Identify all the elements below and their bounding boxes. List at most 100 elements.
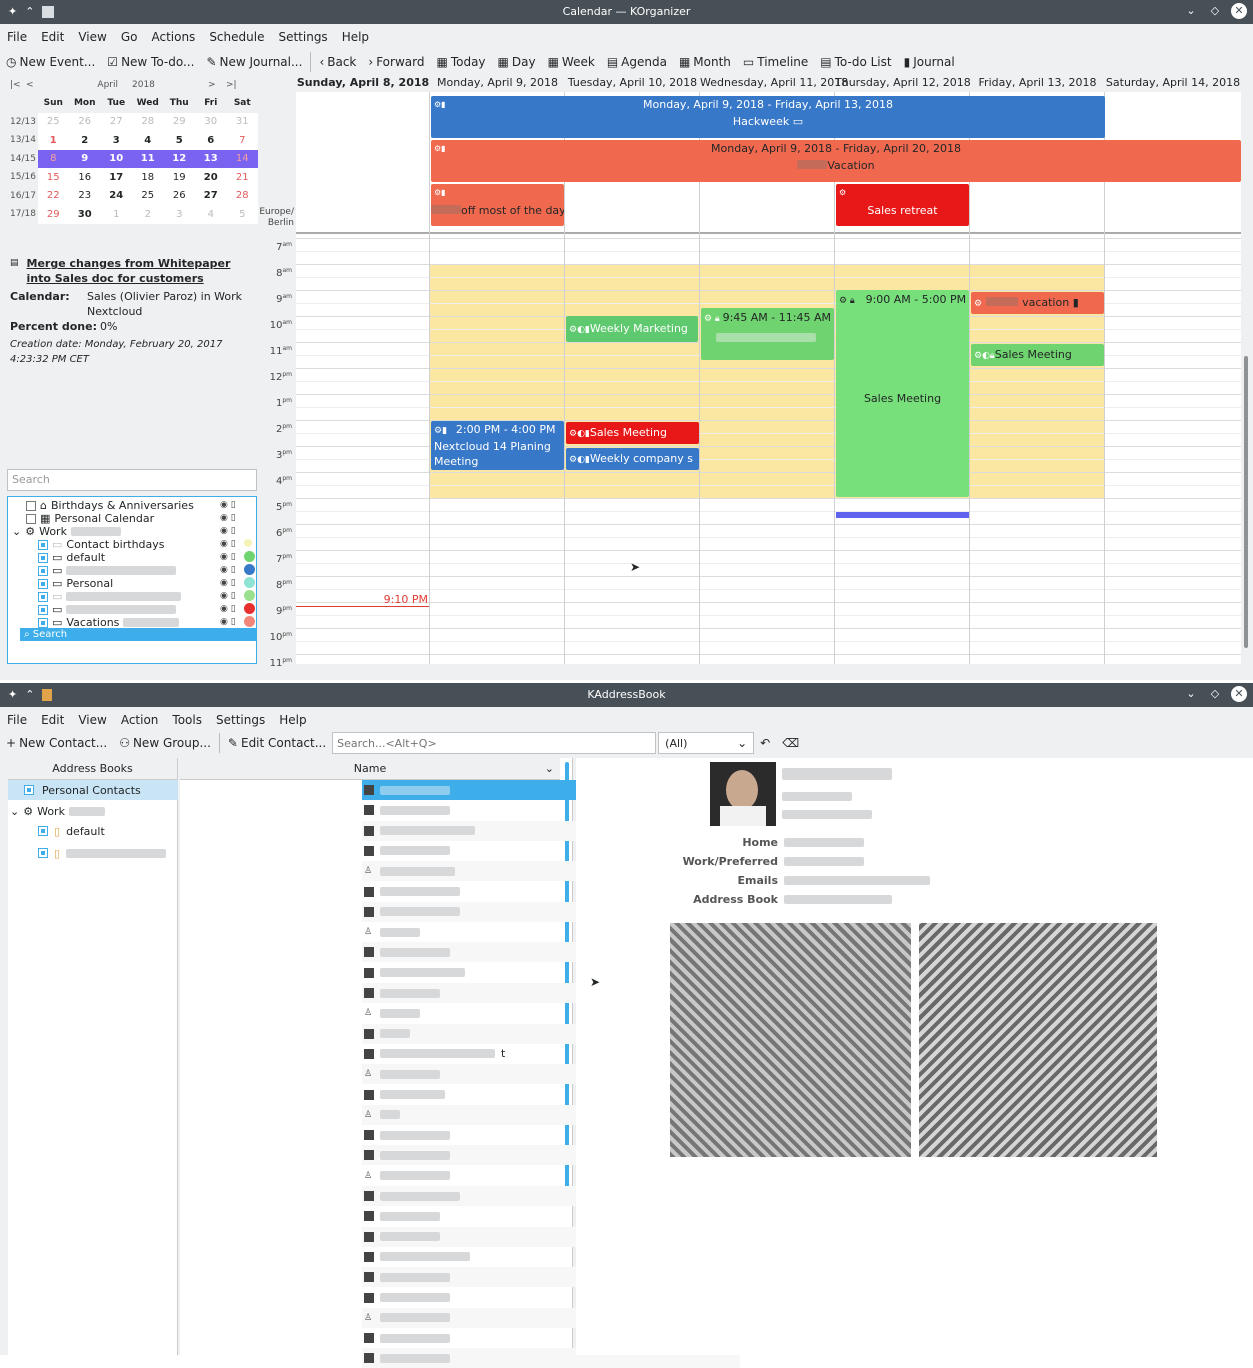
day-header[interactable]: Friday, April 13, 2018	[970, 76, 1105, 92]
day-cell[interactable]: 8	[37, 149, 69, 168]
calendar-search-input[interactable]: Search	[7, 469, 257, 491]
day-cell[interactable]: 30	[69, 205, 101, 224]
month-selector[interactable]: April	[86, 80, 118, 90]
clear-icon[interactable]: ⌫	[776, 734, 805, 752]
day-cell[interactable]: 13	[195, 149, 227, 168]
day-cell[interactable]: 15	[38, 168, 70, 187]
week-number[interactable]: 17/18	[6, 205, 38, 224]
day-cell[interactable]: 28	[132, 113, 164, 132]
menu-edit[interactable]: Edit	[34, 28, 71, 48]
pin-icon[interactable]: ✦	[8, 0, 17, 24]
day-header[interactable]: Thursday, April 12, 2018	[835, 76, 971, 92]
name-header[interactable]: Name ⌄	[180, 758, 560, 780]
calendar-item-contact-birthdays[interactable]: ▭ Contact birthdays	[38, 538, 165, 551]
day-cell[interactable]: 4	[132, 131, 164, 150]
minimize-icon[interactable]: ⌄	[1183, 686, 1199, 702]
color-dot-teal[interactable]	[244, 577, 255, 588]
week-number[interactable]: 15/16	[6, 168, 38, 187]
maximize-icon[interactable]: ◇	[1207, 3, 1223, 19]
back-button[interactable]: ‹ Back	[313, 53, 362, 71]
calendar-item-redacted[interactable]: ▭	[38, 590, 182, 603]
day-button[interactable]: ▦ Day	[492, 53, 542, 71]
checkbox[interactable]	[38, 848, 48, 858]
day-cell[interactable]: 27	[101, 113, 133, 132]
filter-select[interactable]: (All) ⌄	[658, 732, 755, 754]
day-header[interactable]: Saturday, April 14, 2018	[1105, 76, 1241, 92]
pin-icon[interactable]: ✦	[8, 683, 17, 707]
close-icon[interactable]: ✕	[1231, 686, 1247, 702]
agenda-grid[interactable]: ⚙▮ Monday, April 9, 2018 - Friday, April…	[296, 92, 1241, 664]
checkbox[interactable]	[38, 604, 48, 615]
month-button[interactable]: ▦ Month	[673, 53, 737, 71]
week-number[interactable]: 12/13	[6, 112, 38, 131]
event-friday-sales-meeting[interactable]: ⚙◐🔒︎Sales Meeting	[971, 344, 1104, 366]
todo-list-button[interactable]: ▤ To-do List	[814, 53, 897, 71]
day-cell[interactable]: 5	[164, 131, 196, 150]
first-month-button[interactable]: |<	[10, 80, 26, 90]
checkbox[interactable]	[24, 785, 34, 795]
day-cell[interactable]: 17	[101, 168, 133, 187]
checkbox[interactable]	[38, 617, 48, 628]
calendar-item-personal-calendar[interactable]: ▦ Personal Calendar	[26, 512, 154, 525]
event-wednesday-meeting[interactable]: ⚙ 🔒︎ 9:45 AM - 11:45 AM	[701, 308, 834, 360]
day-cell[interactable]: 24	[101, 187, 133, 206]
checkbox[interactable]	[38, 826, 48, 836]
day-cell[interactable]: 21	[227, 168, 259, 187]
menu-tools[interactable]: Tools	[165, 711, 209, 731]
journal-button[interactable]: ▮ Journal	[898, 53, 961, 71]
day-cell[interactable]: 25	[132, 187, 164, 206]
day-cell[interactable]: 11	[132, 149, 164, 168]
calendar-item-default[interactable]: ▭ default	[38, 551, 105, 564]
day-cell[interactable]: 3	[164, 205, 196, 224]
day-cell[interactable]: 28	[227, 187, 259, 206]
day-cell[interactable]: 10	[100, 149, 132, 168]
chevron-down-icon[interactable]: ⌄	[12, 525, 21, 538]
checkbox[interactable]	[38, 591, 48, 602]
menu-help[interactable]: Help	[335, 28, 376, 48]
color-dot-blue[interactable]	[244, 564, 255, 575]
menu-view[interactable]: View	[71, 711, 113, 731]
day-header[interactable]: Monday, April 9, 2018	[430, 76, 565, 92]
week-number[interactable]: 16/17	[6, 186, 38, 205]
book-item-work[interactable]: ⌄ ⚙ Work	[10, 801, 105, 821]
event-weekly-marketing[interactable]: ⚙◐▮Weekly Marketing	[566, 316, 698, 342]
day-cell[interactable]: 5	[227, 205, 259, 224]
keep-above-icon[interactable]: ⌃	[25, 683, 34, 707]
agenda-scrollbar[interactable]	[1244, 356, 1248, 648]
day-cell[interactable]: 26	[69, 113, 101, 132]
agenda-button[interactable]: ▤ Agenda	[601, 53, 673, 71]
color-dot-lightgreen[interactable]	[244, 590, 255, 601]
address-books-header[interactable]: Address Books	[8, 758, 177, 780]
last-month-button[interactable]: >|	[226, 80, 237, 90]
day-cell[interactable]: 12	[163, 149, 195, 168]
color-dot-red[interactable]	[244, 603, 255, 614]
day-header[interactable]: Wednesday, April 11, 2018	[700, 76, 848, 92]
allday-event-vacation[interactable]: ⚙▮ Monday, April 9, 2018 - Friday, April…	[431, 140, 1241, 182]
menu-file[interactable]: File	[0, 711, 34, 731]
color-dot-green[interactable]	[244, 551, 255, 562]
todo-title-link[interactable]: Merge changes from Whitepaper into Sales…	[27, 256, 252, 286]
event-tuesday-sales-meeting[interactable]: ⚙◐▮Sales Meeting	[566, 422, 699, 444]
timeline-button[interactable]: ▭ Timeline	[737, 53, 814, 71]
year-selector[interactable]: 2018	[132, 80, 208, 90]
day-cell[interactable]: 7	[227, 131, 259, 150]
calendar-list-search[interactable]: ⌕ Search	[20, 628, 256, 641]
allday-event-hackweek[interactable]: ⚙▮ Monday, April 9, 2018 - Friday, April…	[431, 96, 1105, 138]
day-cell[interactable]: 18	[132, 168, 164, 187]
day-cell[interactable]: 1	[101, 205, 133, 224]
color-dot-yellow[interactable]	[244, 539, 252, 547]
day-cell[interactable]: 9	[69, 149, 101, 168]
day-cell[interactable]: 2	[69, 131, 101, 150]
calendar-item-redacted[interactable]: ▭	[38, 564, 177, 577]
prev-month-button[interactable]: <	[26, 80, 86, 90]
day-cell[interactable]: 25	[38, 113, 70, 132]
calendar-item-redacted[interactable]: ▭	[38, 603, 177, 616]
new-group-button[interactable]: ⚇ New Group...	[113, 734, 217, 752]
day-cell[interactable]: 22	[38, 187, 70, 206]
week-number[interactable]: 13/14	[6, 131, 38, 150]
day-header[interactable]: Tuesday, April 10, 2018	[565, 76, 700, 92]
checkbox[interactable]	[38, 565, 48, 576]
day-cell[interactable]: 29	[164, 113, 196, 132]
contact-search-input[interactable]	[332, 732, 657, 754]
week-number[interactable]: 14/15	[6, 149, 38, 168]
